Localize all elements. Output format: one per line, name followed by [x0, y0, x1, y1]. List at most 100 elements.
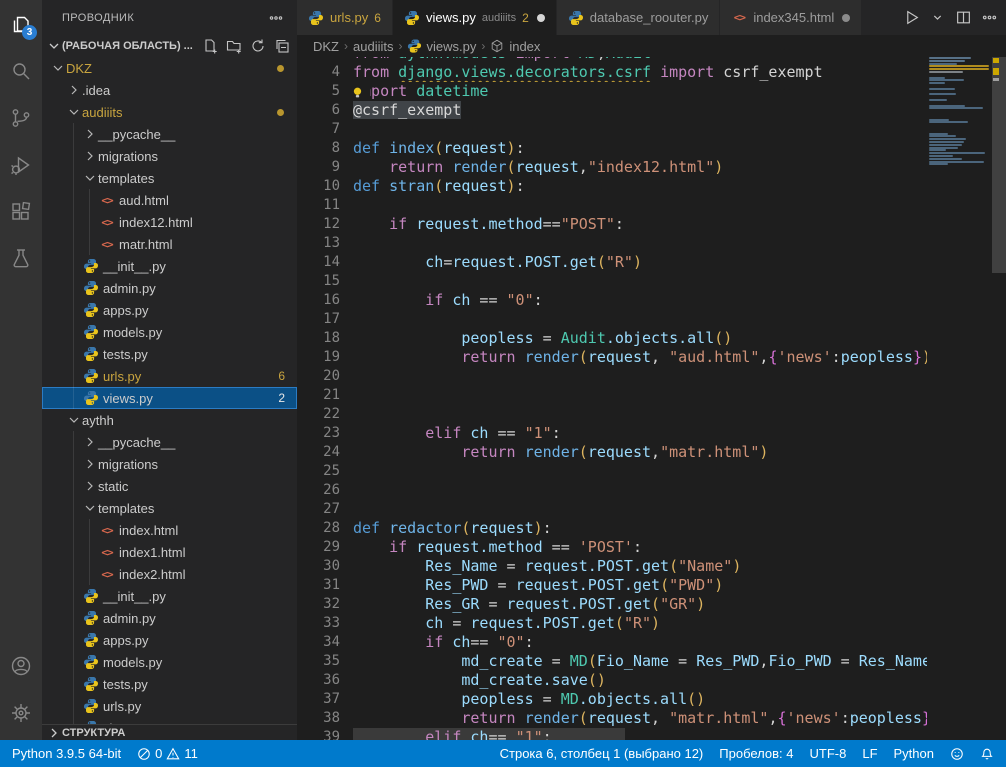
minimap[interactable] — [927, 57, 992, 740]
code-line[interactable]: 27 — [297, 500, 927, 519]
tree-item-migrations[interactable]: migrations — [42, 145, 297, 167]
code-line[interactable]: 18 peopless = Audit.objects.all() — [297, 329, 927, 348]
tree-item-models.py[interactable]: models.py — [42, 651, 297, 673]
collapse-all-icon[interactable] — [271, 35, 293, 57]
modified-dot-icon[interactable] — [537, 14, 545, 22]
new-file-icon[interactable] — [199, 35, 221, 57]
code-line[interactable]: 25 — [297, 462, 927, 481]
tree-item-audiiits[interactable]: audiiits — [42, 101, 297, 123]
code-line[interactable]: 21 — [297, 386, 927, 405]
code-line[interactable]: 15 — [297, 272, 927, 291]
tree-item-models.py[interactable]: models.py — [42, 321, 297, 343]
breadcrumb-item-views.py[interactable]: views.py — [407, 39, 476, 54]
tree-item-index12.html[interactable]: <>index12.html — [42, 211, 297, 233]
code-line[interactable]: 33 ch = request.POST.get("R") — [297, 614, 927, 633]
encoding-indicator[interactable]: UTF-8 — [802, 740, 855, 767]
code-line[interactable]: 12 if request.method=="POST": — [297, 215, 927, 234]
code-line[interactable]: 26 — [297, 481, 927, 500]
indentation-indicator[interactable]: Пробелов: 4 — [711, 740, 801, 767]
feedback-icon[interactable] — [942, 740, 972, 767]
tab-views.py[interactable]: views.pyaudiiits2 — [393, 0, 557, 35]
tree-item-__pycache__[interactable]: __pycache__ — [42, 123, 297, 145]
language-mode-indicator[interactable]: Python — [886, 740, 942, 767]
workspace-section-header[interactable]: (РАБОЧАЯ ОБЛАСТЬ) ... — [42, 35, 297, 57]
tree-item-migrations[interactable]: migrations — [42, 453, 297, 475]
editor-more-actions-icon[interactable] — [978, 7, 1000, 29]
code-line[interactable]: 39 elif ch== "1": — [297, 728, 927, 740]
settings-gear-icon[interactable] — [0, 689, 42, 736]
notifications-bell-icon[interactable] — [972, 740, 1002, 767]
tree-item-apps.py[interactable]: apps.py — [42, 299, 297, 321]
new-folder-icon[interactable] — [223, 35, 245, 57]
code-line[interactable]: 20 — [297, 367, 927, 386]
code-line[interactable]: 38 return render(request, "matr.html",{'… — [297, 709, 927, 728]
code-line[interactable]: 28def redactor(request): — [297, 519, 927, 538]
tree-item-index.html[interactable]: <>index.html — [42, 519, 297, 541]
code-line[interactable]: 10def stran(request): — [297, 177, 927, 196]
code-line[interactable]: 29 if request.method == 'POST': — [297, 538, 927, 557]
breadcrumb-item-index[interactable]: index — [490, 39, 540, 54]
code-line[interactable]: 23 elif ch == "1": — [297, 424, 927, 443]
tree-item-urls.py[interactable]: urls.py — [42, 695, 297, 717]
code-line[interactable]: 9 return render(request,"index12.html") — [297, 158, 927, 177]
tree-item-.idea[interactable]: .idea — [42, 79, 297, 101]
code-line[interactable]: 35 md_create = MD(Fio_Name = Res_PWD,Fio… — [297, 652, 927, 671]
code-line[interactable]: 16 if ch == "0": — [297, 291, 927, 310]
tree-item-__pycache__[interactable]: __pycache__ — [42, 431, 297, 453]
code-line[interactable]: 31 Res_PWD = request.POST.get("PWD") — [297, 576, 927, 595]
code-line[interactable]: 4from django.views.decorators.csrf impor… — [297, 63, 927, 82]
source-control-icon[interactable] — [0, 94, 42, 141]
tree-item-urls.py[interactable]: urls.py6 — [42, 365, 297, 387]
tree-item-aythh[interactable]: aythh — [42, 409, 297, 431]
scrollbar-thumb[interactable] — [992, 57, 1006, 273]
tree-item-__init__.py[interactable]: __init__.py — [42, 585, 297, 607]
tree-item-index1.html[interactable]: <>index1.html — [42, 541, 297, 563]
problems-indicator[interactable]: 0 11 — [129, 740, 206, 767]
code-line[interactable]: 13 — [297, 234, 927, 253]
tab-database_roouter.py[interactable]: database_roouter.py — [557, 0, 721, 35]
explorer-more-actions-icon[interactable] — [265, 7, 287, 29]
tree-item-admin.py[interactable]: admin.py — [42, 607, 297, 629]
code-line[interactable]: 30 Res_Name = request.POST.get("Name") — [297, 557, 927, 576]
tree-item-matr.html[interactable]: <>matr.html — [42, 233, 297, 255]
tree-item-index2.html[interactable]: <>index2.html — [42, 563, 297, 585]
code-editor[interactable]: 3from aythh.models import MD,Audit4from … — [297, 57, 1006, 740]
code-line[interactable]: 17 — [297, 310, 927, 329]
code-line[interactable]: 7 — [297, 120, 927, 139]
tree-item-tests.py[interactable]: tests.py — [42, 673, 297, 695]
code-line[interactable]: 36 md_create.save() — [297, 671, 927, 690]
tree-item-apps.py[interactable]: apps.py — [42, 629, 297, 651]
cursor-position-indicator[interactable]: Строка 6, столбец 1 (выбрано 12) — [492, 740, 712, 767]
tree-item-templates[interactable]: templates — [42, 497, 297, 519]
eol-indicator[interactable]: LF — [854, 740, 885, 767]
breadcrumb-item-DKZ[interactable]: DKZ — [313, 39, 339, 54]
run-python-file-button[interactable] — [900, 7, 922, 29]
tree-item-views.py[interactable]: views.py2 — [42, 387, 297, 409]
outline-section-header[interactable]: СТРУКТУРА — [42, 724, 297, 740]
modified-dot-icon[interactable] — [842, 14, 850, 22]
tree-item-aud.html[interactable]: <>aud.html — [42, 189, 297, 211]
breadcrumb-item-audiiits[interactable]: audiiits — [353, 39, 393, 54]
code-line[interactable]: 6@csrf_exempt — [297, 101, 927, 120]
tree-item-templates[interactable]: templates — [42, 167, 297, 189]
code-line[interactable]: 14 ch=request.POST.get("R") — [297, 253, 927, 272]
tree-item-tests.py[interactable]: tests.py — [42, 343, 297, 365]
tree-item-DKZ[interactable]: DKZ — [42, 57, 297, 79]
split-editor-icon[interactable] — [952, 7, 974, 29]
code-line[interactable]: 11 — [297, 196, 927, 215]
search-icon[interactable] — [0, 47, 42, 94]
refresh-icon[interactable] — [247, 35, 269, 57]
tree-item-views.py[interactable]: views.py — [42, 717, 297, 724]
run-dropdown-chevron-icon[interactable] — [926, 7, 948, 29]
editor-scrollbar[interactable] — [992, 57, 1006, 740]
tree-item-static[interactable]: static — [42, 475, 297, 497]
extensions-icon[interactable] — [0, 188, 42, 235]
tree-item-admin.py[interactable]: admin.py — [42, 277, 297, 299]
tab-index345.html[interactable]: <>index345.html — [720, 0, 862, 35]
account-icon[interactable] — [0, 642, 42, 689]
lightbulb-icon[interactable] — [351, 84, 370, 100]
testing-icon[interactable] — [0, 235, 42, 282]
code-line[interactable]: 22 — [297, 405, 927, 424]
code-line[interactable]: 24 return render(request,"matr.html") — [297, 443, 927, 462]
code-line[interactable]: 34 if ch== "0": — [297, 633, 927, 652]
